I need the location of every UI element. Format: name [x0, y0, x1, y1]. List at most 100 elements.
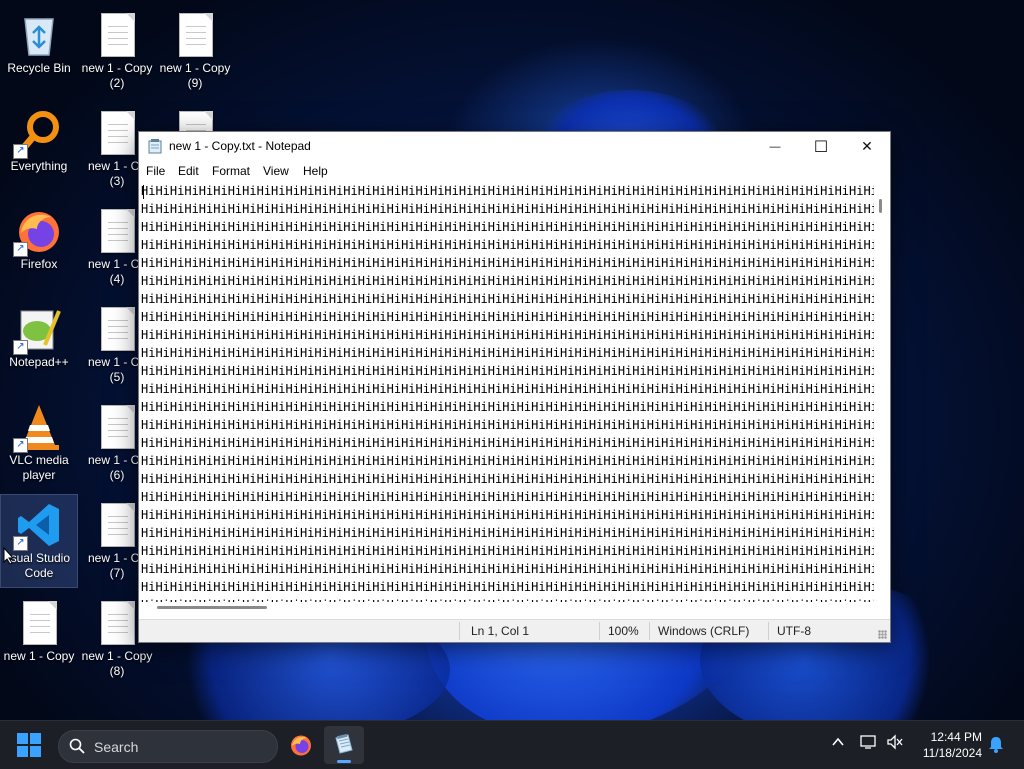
text-file-icon [15, 599, 63, 647]
clock-time: 12:44 PM [930, 730, 982, 744]
text-file-icon [93, 403, 141, 451]
maximize-button[interactable]: ☐ [798, 132, 844, 161]
desktop-icon-label: Firefox [20, 257, 58, 271]
text-line: HiHiHiHiHiHiHiHiHiHiHiHiHiHiHiHiHiHiHiHi… [141, 490, 874, 504]
desktop-icon-label: Recycle Bin [7, 61, 71, 75]
status-bar: Ln 1, Col 1 100% Windows (CRLF) UTF-8 [139, 619, 890, 642]
desktop-icon-label: new 1 - Copy (8) [81, 649, 153, 678]
text-line: HiHiHiHiHiHiHiHiHiHiHiHiHiHiHiHiHiHiHiHi… [141, 274, 874, 288]
notification-bell-icon[interactable] [988, 735, 1004, 756]
menu-view[interactable]: View [263, 164, 289, 178]
text-line: HiHiHiHiHiHiHiHiHiHiHiHiHiHiHiHiHiHiHiHi… [141, 238, 874, 252]
text-line: HiHiHiHiHiHiHiHiHiHiHiHiHiHiHiHiHiHiHiHi… [141, 580, 874, 594]
text-file-icon [93, 11, 141, 59]
desktop-icon-recycle-bin[interactable]: Recycle Bin [1, 5, 77, 97]
mouse-cursor-icon [3, 546, 15, 565]
scrollbar-thumb[interactable] [879, 199, 882, 213]
taskbar-notepad[interactable] [324, 726, 364, 764]
close-icon: ✕ [861, 138, 873, 154]
volume-muted-icon[interactable] [886, 734, 904, 753]
menu-format[interactable]: Format [212, 164, 250, 178]
text-line: HiHiHiHiHiHiHiHiHiHiHiHiHiHiHiHiHiHiHiHi… [141, 526, 874, 540]
text-file-icon [93, 305, 141, 353]
search-icon [69, 738, 85, 754]
text-line: HiHiHiHiHiHiHiHiHiHiHiHiHiHiHiHiHiHiHiHi… [141, 418, 874, 432]
shortcut-arrow-icon: ↗ [13, 242, 28, 257]
text-line: HiHiHiHiHiHiHiHiHiHiHiHiHiHiHiHiHiHiHiHi… [141, 508, 874, 522]
window-title: new 1 - Copy.txt - Notepad [169, 139, 311, 153]
network-icon[interactable] [860, 734, 878, 753]
recycle-bin-icon [15, 11, 63, 59]
taskbar-search-box[interactable]: Search [58, 730, 278, 763]
desktop-icon-everything[interactable]: ↗ Everything [1, 103, 77, 195]
show-hidden-icons-chevron-icon[interactable] [831, 735, 845, 752]
vscode-icon: ↗ [13, 501, 63, 551]
text-line: HiHiHiHiHiHiHiHiHiHiHiHiHiHiHiHiHiHiHiHi… [141, 328, 874, 342]
clock-date: 11/18/2024 [922, 746, 982, 760]
desktop-icon-label: new 1 - Copy [3, 649, 75, 663]
text-file-icon [93, 109, 141, 157]
text-line: HiHiHiHiHiHiHiHiHiHiHiHiHiHiHiHiHiHiHiHi… [141, 256, 874, 270]
desktop-icon-text-file[interactable]: new 1 - Copy [1, 593, 77, 685]
desktop-icon-text-file[interactable]: new 1 - Copy (2) [79, 5, 155, 97]
desktop-icon-label: new 1 - Copy (9) [159, 61, 231, 90]
desktop-icon-label: Everything [10, 159, 68, 173]
desktop-icon-firefox[interactable]: ↗ Firefox [1, 201, 77, 293]
vlc-icon: ↗ [13, 403, 63, 453]
close-button[interactable]: ✕ [844, 132, 890, 161]
shortcut-arrow-icon: ↗ [13, 144, 28, 159]
minimize-icon: — [769, 140, 781, 153]
text-line: HiHiHiHiHiHiHiHiHiHiHiHiHiHiHiHiHiHiHiHi… [141, 202, 874, 216]
status-cursor-position: Ln 1, Col 1 [471, 624, 530, 638]
text-editor-area[interactable]: HiHiHiHiHiHiHiHiHiHiHiHiHiHiHiHiHiHiHiHi… [141, 181, 874, 602]
text-file-icon [171, 11, 219, 59]
taskbar: Search 12:44 PM 11/18/2024 [0, 720, 1024, 769]
text-line: HiHiHiHiHiHiHiHiHiHiHiHiHiHiHiHiHiHiHiHi… [141, 562, 874, 576]
desktop-icon-notepad-plus-plus[interactable]: ↗ Notepad++ [1, 299, 77, 391]
horizontal-scrollbar[interactable] [141, 602, 874, 612]
desktop-icon-text-file[interactable]: new 1 - Copy (9) [157, 5, 233, 97]
search-placeholder: Search [94, 739, 139, 755]
menu-bar: File Edit Format View Help [139, 161, 890, 181]
resize-grip-icon[interactable] [878, 630, 887, 639]
shortcut-arrow-icon: ↗ [13, 536, 28, 551]
status-line-endings: Windows (CRLF) [658, 624, 750, 638]
notepad-icon [148, 139, 162, 154]
shortcut-arrow-icon: ↗ [13, 438, 28, 453]
everything-search-icon: ↗ [13, 109, 63, 159]
menu-file[interactable]: File [146, 164, 165, 178]
text-file-icon [93, 207, 141, 255]
taskbar-clock[interactable]: 12:44 PM 11/18/2024 [910, 729, 982, 761]
text-line: HiHiHiHiHiHiHiHiHiHiHiHiHiHiHiHiHiHiHiHi… [141, 310, 874, 324]
desktop-icon-vlc[interactable]: ↗ VLC media player [1, 397, 77, 489]
minimize-button[interactable]: — [752, 132, 798, 161]
text-file-icon [93, 501, 141, 549]
desktop-icon-vscode[interactable]: ↗ isual Studio Code [0, 494, 78, 588]
notepad-plus-plus-icon: ↗ [13, 305, 63, 355]
shortcut-arrow-icon: ↗ [13, 340, 28, 355]
notepad-window[interactable]: new 1 - Copy.txt - Notepad — ☐ ✕ File Ed… [138, 131, 891, 643]
start-button[interactable] [17, 733, 41, 757]
vertical-scrollbar[interactable] [874, 181, 888, 599]
taskbar-firefox[interactable] [281, 726, 321, 764]
firefox-icon: ↗ [13, 207, 63, 257]
menu-edit[interactable]: Edit [178, 164, 199, 178]
text-line: HiHiHiHiHiHiHiHiHiHiHiHiHiHiHiHiHiHiHiHi… [141, 184, 874, 198]
scrollbar-thumb[interactable] [157, 606, 267, 609]
text-line: HiHiHiHiHiHiHiHiHiHiHiHiHiHiHiHiHiHiHiHi… [141, 544, 874, 558]
window-titlebar[interactable]: new 1 - Copy.txt - Notepad — ☐ ✕ [139, 132, 890, 161]
status-zoom: 100% [608, 624, 639, 638]
text-line: HiHiHiHiHiHiHiHiHiHiHiHiHiHiHiHiHiHiHiHi… [141, 220, 874, 234]
text-line: HiHiHiHiHiHiHiHiHiHiHiHiHiHiHiHiHiHiHiHi… [141, 472, 874, 486]
maximize-icon: ☐ [813, 138, 829, 156]
firefox-icon [289, 733, 313, 762]
text-file-icon [93, 599, 141, 647]
text-line: HiHiHiHiHiHiHiHiHiHiHiHiHiHiHiHiHiHiHiHi… [141, 454, 874, 468]
menu-help[interactable]: Help [303, 164, 328, 178]
desktop-icon-label: new 1 - Copy (2) [81, 61, 153, 90]
text-line: HiHiHiHiHiHiHiHiHiHiHiHiHiHiHiHiHiHiHiHi… [141, 292, 874, 306]
notepad-icon [333, 733, 355, 760]
status-encoding: UTF-8 [777, 624, 811, 638]
text-line: HiHiHiHiHiHiHiHiHiHiHiHiHiHiHiHiHiHiHiHi… [141, 400, 874, 414]
text-line: HiHiHiHiHiHiHiHiHiHiHiHiHiHiHiHiHiHiHiHi… [141, 364, 874, 378]
